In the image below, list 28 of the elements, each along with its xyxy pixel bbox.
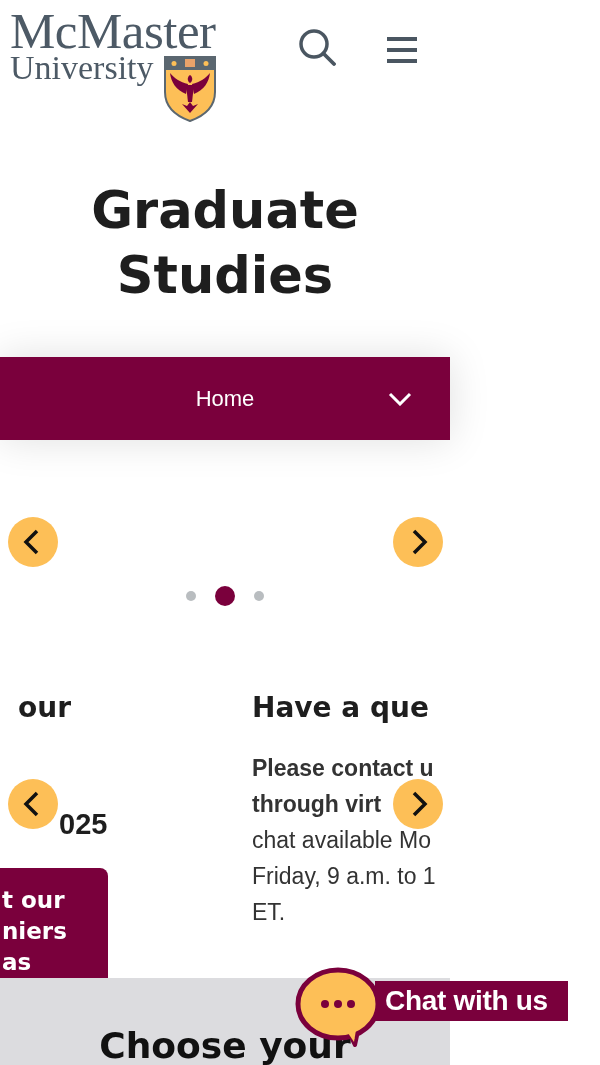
contact-text: Please contact u — [252, 757, 434, 779]
crest-icon — [163, 56, 216, 122]
page-title: Graduate Studies — [90, 180, 360, 307]
previous-card-button[interactable] — [8, 779, 58, 829]
slide-dot[interactable] — [186, 591, 196, 601]
menu-button[interactable] — [386, 36, 418, 64]
card-link-button[interactable]: t our niers as — [0, 868, 108, 978]
next-slide-button[interactable] — [393, 517, 443, 567]
chevron-right-icon — [393, 779, 443, 829]
card-heading: our — [18, 691, 71, 725]
logo-link[interactable]: McMaster University — [10, 6, 225, 122]
contact-text: Friday, 9 a.m. to 1 — [252, 865, 436, 887]
slide-dot[interactable] — [254, 591, 264, 601]
chevron-right-icon — [393, 517, 443, 567]
chevron-left-icon — [8, 779, 58, 829]
section-menu-dropdown[interactable]: Home — [0, 357, 450, 440]
menu-icon — [386, 36, 418, 64]
contact-text: through virt — [252, 793, 382, 815]
slide-dot[interactable] — [215, 586, 235, 606]
card-heading: 025 — [59, 807, 108, 841]
next-card-button[interactable] — [393, 779, 443, 829]
chevron-left-icon — [8, 517, 58, 567]
search-icon — [298, 28, 336, 66]
contact-text: chat available Mo — [252, 829, 431, 851]
contact-text: ET. — [252, 901, 286, 923]
search-button[interactable] — [298, 28, 336, 66]
previous-slide-button[interactable] — [8, 517, 58, 567]
card-heading: Have a que — [252, 691, 430, 725]
